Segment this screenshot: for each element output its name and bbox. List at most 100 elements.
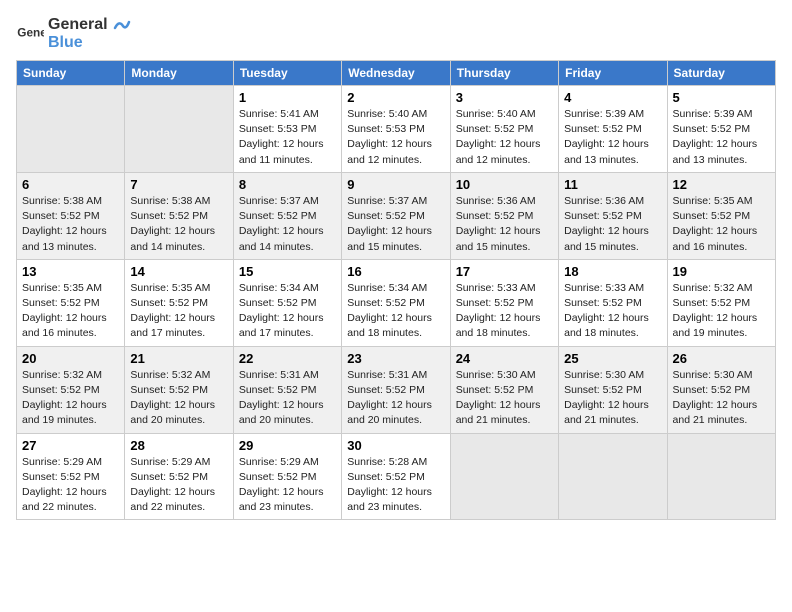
calendar-cell: 4 Sunrise: 5:39 AMSunset: 5:52 PMDaylight… [559,86,667,173]
weekday-header-monday: Monday [125,61,233,86]
logo-wave-icon [113,18,131,32]
calendar-cell: 15 Sunrise: 5:34 AMSunset: 5:52 PMDayligh… [233,259,341,346]
day-number: 7 [130,177,227,192]
calendar-cell: 11 Sunrise: 5:36 AMSunset: 5:52 PMDayligh… [559,172,667,259]
day-info: Sunrise: 5:29 AMSunset: 5:52 PMDaylight:… [22,455,119,516]
day-number: 1 [239,90,336,105]
weekday-header-wednesday: Wednesday [342,61,450,86]
day-number: 30 [347,438,444,453]
weekday-header-friday: Friday [559,61,667,86]
calendar-cell: 29 Sunrise: 5:29 AMSunset: 5:52 PMDayligh… [233,433,341,520]
weekday-header-tuesday: Tuesday [233,61,341,86]
logo: General General Blue [16,16,132,52]
day-info: Sunrise: 5:32 AMSunset: 5:52 PMDaylight:… [130,368,227,429]
day-number: 6 [22,177,119,192]
calendar-cell: 7 Sunrise: 5:38 AMSunset: 5:52 PMDaylight… [125,172,233,259]
day-number: 21 [130,351,227,366]
calendar-cell: 22 Sunrise: 5:31 AMSunset: 5:52 PMDayligh… [233,346,341,433]
calendar-cell: 9 Sunrise: 5:37 AMSunset: 5:52 PMDaylight… [342,172,450,259]
weekday-header-sunday: Sunday [17,61,125,86]
day-info: Sunrise: 5:33 AMSunset: 5:52 PMDaylight:… [564,281,661,342]
day-number: 16 [347,264,444,279]
day-number: 12 [673,177,770,192]
calendar-cell: 16 Sunrise: 5:34 AMSunset: 5:52 PMDayligh… [342,259,450,346]
day-info: Sunrise: 5:35 AMSunset: 5:52 PMDaylight:… [130,281,227,342]
day-info: Sunrise: 5:29 AMSunset: 5:52 PMDaylight:… [130,455,227,516]
day-number: 29 [239,438,336,453]
calendar-cell: 1 Sunrise: 5:41 AMSunset: 5:53 PMDaylight… [233,86,341,173]
day-info: Sunrise: 5:41 AMSunset: 5:53 PMDaylight:… [239,107,336,168]
calendar-cell: 23 Sunrise: 5:31 AMSunset: 5:52 PMDayligh… [342,346,450,433]
calendar-cell: 18 Sunrise: 5:33 AMSunset: 5:52 PMDayligh… [559,259,667,346]
logo-blue: Blue [48,34,83,51]
day-number: 10 [456,177,553,192]
day-info: Sunrise: 5:30 AMSunset: 5:52 PMDaylight:… [673,368,770,429]
day-info: Sunrise: 5:33 AMSunset: 5:52 PMDaylight:… [456,281,553,342]
day-number: 27 [22,438,119,453]
day-number: 23 [347,351,444,366]
calendar-cell [667,433,775,520]
day-number: 4 [564,90,661,105]
calendar-cell [17,86,125,173]
day-number: 9 [347,177,444,192]
calendar-cell [450,433,558,520]
day-info: Sunrise: 5:37 AMSunset: 5:52 PMDaylight:… [347,194,444,255]
day-info: Sunrise: 5:29 AMSunset: 5:52 PMDaylight:… [239,455,336,516]
day-info: Sunrise: 5:37 AMSunset: 5:52 PMDaylight:… [239,194,336,255]
day-number: 14 [130,264,227,279]
day-number: 18 [564,264,661,279]
calendar-cell [125,86,233,173]
calendar-cell: 25 Sunrise: 5:30 AMSunset: 5:52 PMDayligh… [559,346,667,433]
calendar-cell: 30 Sunrise: 5:28 AMSunset: 5:52 PMDayligh… [342,433,450,520]
day-info: Sunrise: 5:31 AMSunset: 5:52 PMDaylight:… [347,368,444,429]
day-number: 17 [456,264,553,279]
day-info: Sunrise: 5:34 AMSunset: 5:52 PMDaylight:… [347,281,444,342]
day-number: 3 [456,90,553,105]
day-number: 22 [239,351,336,366]
calendar-cell: 2Sunrise: 5:40 AMSunset: 5:53 PMDaylight… [342,86,450,173]
day-info: Sunrise: 5:39 AMSunset: 5:52 PMDaylight:… [673,107,770,168]
day-number: 28 [130,438,227,453]
calendar-cell: 24 Sunrise: 5:30 AMSunset: 5:52 PMDayligh… [450,346,558,433]
calendar-cell: 10Sunrise: 5:36 AMSunset: 5:52 PMDayligh… [450,172,558,259]
calendar-cell: 21 Sunrise: 5:32 AMSunset: 5:52 PMDayligh… [125,346,233,433]
day-info: Sunrise: 5:35 AMSunset: 5:52 PMDaylight:… [673,194,770,255]
svg-text:General: General [17,26,44,40]
day-info: Sunrise: 5:38 AMSunset: 5:52 PMDaylight:… [130,194,227,255]
calendar-cell: 20 Sunrise: 5:32 AMSunset: 5:52 PMDayligh… [17,346,125,433]
calendar-cell: 19 Sunrise: 5:32 AMSunset: 5:52 PMDayligh… [667,259,775,346]
day-number: 11 [564,177,661,192]
day-number: 24 [456,351,553,366]
calendar-cell: 3 Sunrise: 5:40 AMSunset: 5:52 PMDaylight… [450,86,558,173]
day-info: Sunrise: 5:31 AMSunset: 5:52 PMDaylight:… [239,368,336,429]
day-number: 8 [239,177,336,192]
day-number: 13 [22,264,119,279]
day-info: Sunrise: 5:39 AMSunset: 5:52 PMDaylight:… [564,107,661,168]
day-info: Sunrise: 5:32 AMSunset: 5:52 PMDaylight:… [673,281,770,342]
day-info: Sunrise: 5:36 AMSunset: 5:52 PMDaylight:… [564,194,661,255]
day-number: 19 [673,264,770,279]
day-number: 20 [22,351,119,366]
calendar-cell [559,433,667,520]
calendar-cell: 13 Sunrise: 5:35 AMSunset: 5:52 PMDayligh… [17,259,125,346]
day-number: 25 [564,351,661,366]
calendar-cell: 26Sunrise: 5:30 AMSunset: 5:52 PMDayligh… [667,346,775,433]
day-info: Sunrise: 5:28 AMSunset: 5:52 PMDaylight:… [347,455,444,516]
day-info: Sunrise: 5:32 AMSunset: 5:52 PMDaylight:… [22,368,119,429]
calendar-cell: 14 Sunrise: 5:35 AMSunset: 5:52 PMDayligh… [125,259,233,346]
day-info: Sunrise: 5:40 AMSunset: 5:52 PMDaylight:… [456,107,553,168]
calendar-cell: 28 Sunrise: 5:29 AMSunset: 5:52 PMDayligh… [125,433,233,520]
logo-general: General [48,16,108,33]
calendar-cell: 6Sunrise: 5:38 AMSunset: 5:52 PMDaylight… [17,172,125,259]
day-info: Sunrise: 5:30 AMSunset: 5:52 PMDaylight:… [564,368,661,429]
day-number: 2 [347,90,444,105]
day-info: Sunrise: 5:30 AMSunset: 5:52 PMDaylight:… [456,368,553,429]
day-number: 5 [673,90,770,105]
weekday-header-thursday: Thursday [450,61,558,86]
day-number: 15 [239,264,336,279]
day-info: Sunrise: 5:34 AMSunset: 5:52 PMDaylight:… [239,281,336,342]
day-info: Sunrise: 5:35 AMSunset: 5:52 PMDaylight:… [22,281,119,342]
calendar-cell: 8 Sunrise: 5:37 AMSunset: 5:52 PMDaylight… [233,172,341,259]
weekday-header-saturday: Saturday [667,61,775,86]
calendar-cell: 5 Sunrise: 5:39 AMSunset: 5:52 PMDaylight… [667,86,775,173]
